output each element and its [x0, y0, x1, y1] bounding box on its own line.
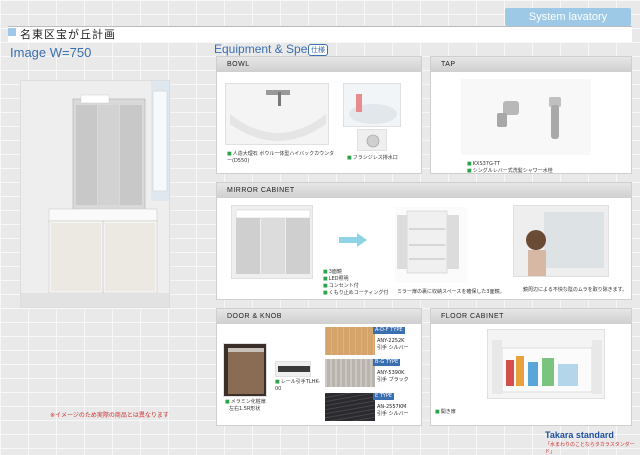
bowl-photo [225, 83, 329, 145]
mirror-panel: MIRROR CABINET 3面鏡 LED照明 コンセント付 くもり止めコーテ… [216, 182, 632, 300]
arrow-icon [339, 233, 367, 247]
swatch-3 [325, 393, 375, 421]
mirror-light-note: 鏡周辺による不快な陰のムラを取り除きます。 [523, 287, 628, 293]
swatch-2-knob: 引手 ブラック [377, 377, 409, 383]
tap-panel-title: TAP [431, 57, 631, 72]
image-width-label: Image W=750 [10, 45, 92, 60]
disclaimer-note: ※イメージのため実際の商品とは異なります [50, 412, 169, 419]
faucet-model: KXS37G-TT [467, 161, 617, 168]
swatch-2-code: ANY-5390K [377, 370, 405, 376]
bowl-panel: BOWL 人造大理石 ボウル一体型ハイバックカウンター(D550) フランジレス… [216, 56, 422, 174]
equipment-title: Equipment & Spec [214, 42, 314, 56]
swatch-3-type: E TYPE [373, 393, 395, 400]
mirror-storage-note: ミラー扉の裏に収納スペースを確保した3面鏡。 [397, 289, 505, 295]
vanity-photo [20, 80, 170, 308]
knob-caption: レール引手TLHK-00 [275, 379, 325, 393]
page-title: 名東区宝が丘計画 [20, 28, 116, 41]
floor-cabinet-photo [487, 329, 605, 399]
spec-badge: 仕様 [308, 44, 328, 56]
section-banner: System lavatory [505, 8, 631, 26]
swatch-2-type: B-G TYPE [373, 359, 401, 366]
faucet-caption: シングルレバー式洗髪シャワー水栓 [467, 168, 627, 175]
faucet-photo [461, 79, 591, 155]
door-sample-photo [223, 343, 267, 397]
swatch-3-knob: 引手 シルバー [377, 411, 409, 417]
title-marker-icon [8, 28, 16, 36]
swatch-2-color [325, 359, 375, 387]
bowl-caption: 人造大理石 ボウル一体型ハイバックカウンター(D550) [227, 151, 337, 165]
swatch-1-code: ANY-2252K [377, 338, 405, 344]
mirror-feature-1: 3面鏡 [323, 269, 342, 276]
mirror-feature-3: コンセント付 [323, 283, 359, 290]
mirror-feature-4: くもり止めコーティング付 [323, 290, 389, 297]
open-cabinet-photo [395, 207, 467, 283]
floor-cabinet-caption: 開き扉 [435, 409, 456, 416]
swatch-3-color [325, 393, 375, 421]
swatch-1 [325, 327, 375, 355]
knob-sample-photo [275, 361, 311, 377]
tap-panel: TAP KXS37G-TT シングルレバー式洗髪シャワー水栓 [430, 56, 632, 174]
door-knob-panel: DOOR & KNOB メラミン化粧扉 左右1.5R形状 レール引手TLHK-0… [216, 308, 422, 426]
mirror-panel-title: MIRROR CABINET [217, 183, 631, 198]
swatch-1-color [325, 327, 375, 355]
brand-logo: Takara standard [545, 430, 614, 440]
bowl-panel-title: BOWL [217, 57, 421, 72]
brand-tagline: 「水まわりのことならタカラスタンダード」 [545, 442, 635, 455]
mirror-cabinet-photo [231, 205, 313, 279]
drain-caption: フランジレス排水口 [347, 155, 419, 162]
drain-closeup [357, 129, 387, 151]
mirror-usage-photo [513, 205, 609, 277]
swatch-1-knob: 引手 シルバー [377, 345, 409, 351]
door-caption-shape: 左右1.5R形状 [229, 406, 261, 412]
floor-cabinet-panel: FLOOR CABINET 開き扉 [430, 308, 632, 426]
drain-photo [343, 83, 401, 127]
swatch-2 [325, 359, 375, 387]
floor-cabinet-panel-title: FLOOR CABINET [431, 309, 631, 324]
door-caption: メラミン化粧扉 [225, 399, 275, 406]
swatch-1-type: A-D-F TYPE [373, 327, 405, 334]
mirror-feature-2: LED照明 [323, 276, 349, 283]
door-knob-panel-title: DOOR & KNOB [217, 309, 421, 324]
swatch-3-code: AN-2557KM [377, 404, 407, 410]
